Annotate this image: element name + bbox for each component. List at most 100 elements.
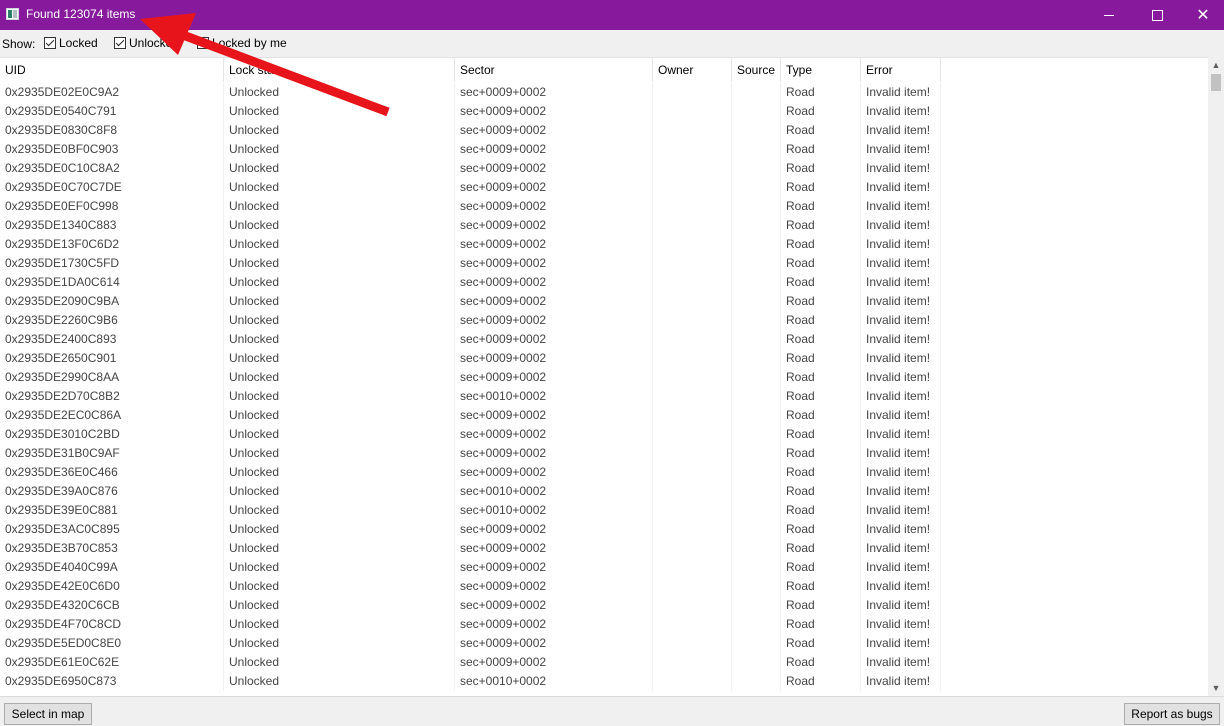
cell-source (732, 482, 781, 501)
cell-source (732, 330, 781, 349)
table-row[interactable]: 0x2935DE3B70C853 Unlocked sec+0009+0002 Roa… (0, 539, 1208, 558)
column-header-type[interactable]: Type (781, 58, 861, 82)
vertical-scrollbar[interactable]: ▲ ▼ (1208, 57, 1224, 696)
cell-owner (653, 463, 732, 482)
table-row[interactable]: 0x2935DE0540C791 Unlocked sec+0009+0002 Roa… (0, 102, 1208, 121)
table-row[interactable]: 0x2935DE1340C883 Unlocked sec+0009+0002 Roa… (0, 216, 1208, 235)
cell-owner (653, 235, 732, 254)
table-row[interactable]: 0x2935DE31B0C9AF Unlocked sec+0009+0002 Roa… (0, 444, 1208, 463)
cell-error: Invalid item! (861, 482, 941, 501)
cell-lock-state: Unlocked (224, 292, 455, 311)
cell-owner (653, 425, 732, 444)
cell-type: Road (781, 520, 861, 539)
cell-type: Road (781, 273, 861, 292)
locked-checkbox-box[interactable] (44, 37, 56, 49)
table-row[interactable]: 0x2935DE0EF0C998 Unlocked sec+0009+0002 Roa… (0, 197, 1208, 216)
cell-type: Road (781, 463, 861, 482)
table-row[interactable]: 0x2935DE61E0C62E Unlocked sec+0009+0002 Roa… (0, 653, 1208, 672)
cell-error: Invalid item! (861, 159, 941, 178)
close-button[interactable]: ✕ (1180, 0, 1224, 30)
table-row[interactable]: 0x2935DE2400C893 Unlocked sec+0009+0002 Roa… (0, 330, 1208, 349)
scrollbar-thumb[interactable] (1211, 74, 1221, 91)
table-row[interactable]: 0x2935DE36E0C466 Unlocked sec+0009+0002 Roa… (0, 463, 1208, 482)
cell-sector: sec+0009+0002 (455, 330, 653, 349)
cell-sector: sec+0009+0002 (455, 349, 653, 368)
cell-uid: 0x2935DE2D70C8B2 (0, 387, 224, 406)
table-row[interactable]: 0x2935DE0830C8F8 Unlocked sec+0009+0002 Roa… (0, 121, 1208, 140)
table-row[interactable]: 0x2935DE1DA0C614 Unlocked sec+0009+0002 Roa… (0, 273, 1208, 292)
table-row[interactable]: 0x2935DE42E0C6D0 Unlocked sec+0009+0002 Roa… (0, 577, 1208, 596)
maximize-button[interactable] (1134, 0, 1180, 30)
cell-error: Invalid item! (861, 254, 941, 273)
cell-lock-state: Unlocked (224, 216, 455, 235)
table-row[interactable]: 0x2935DE2EC0C86A Unlocked sec+0009+0002 Roa… (0, 406, 1208, 425)
table-row[interactable]: 0x2935DE39E0C881 Unlocked sec+0010+0002 Roa… (0, 501, 1208, 520)
cell-source (732, 216, 781, 235)
cell-sector: sec+0010+0002 (455, 672, 653, 691)
cell-error: Invalid item! (861, 558, 941, 577)
cell-type: Road (781, 425, 861, 444)
cell-error: Invalid item! (861, 577, 941, 596)
table-row[interactable]: 0x2935DE2990C8AA Unlocked sec+0009+0002 Roa… (0, 368, 1208, 387)
column-header-source[interactable]: Source (732, 58, 781, 82)
cell-sector: sec+0009+0002 (455, 311, 653, 330)
locked-checkbox[interactable]: Locked (44, 36, 98, 50)
cell-uid: 0x2935DE2EC0C86A (0, 406, 224, 425)
table-row[interactable]: 0x2935DE6950C873 Unlocked sec+0010+0002 Roa… (0, 672, 1208, 691)
table-row[interactable]: 0x2935DE0BF0C903 Unlocked sec+0009+0002 Roa… (0, 140, 1208, 159)
table-row[interactable]: 0x2935DE2260C9B6 Unlocked sec+0009+0002 Roa… (0, 311, 1208, 330)
cell-source (732, 349, 781, 368)
cell-uid: 0x2935DE39E0C881 (0, 501, 224, 520)
table-row[interactable]: 0x2935DE0C10C8A2 Unlocked sec+0009+0002 Roa… (0, 159, 1208, 178)
column-header-owner[interactable]: Owner (653, 58, 732, 82)
cell-source (732, 520, 781, 539)
unlocked-checkbox[interactable]: Unlocked (114, 36, 179, 50)
cell-owner (653, 577, 732, 596)
cell-type: Road (781, 235, 861, 254)
cell-uid: 0x2935DE5ED0C8E0 (0, 634, 224, 653)
cell-error: Invalid item! (861, 672, 941, 691)
table-row[interactable]: 0x2935DE0C70C7DE Unlocked sec+0009+0002 Roa… (0, 178, 1208, 197)
cell-uid: 0x2935DE2990C8AA (0, 368, 224, 387)
table-row[interactable]: 0x2935DE2650C901 Unlocked sec+0009+0002 Roa… (0, 349, 1208, 368)
table-row[interactable]: 0x2935DE4F70C8CD Unlocked sec+0009+0002 Roa… (0, 615, 1208, 634)
cell-sector: sec+0009+0002 (455, 653, 653, 672)
cell-lock-state: Unlocked (224, 273, 455, 292)
cell-sector: sec+0009+0002 (455, 216, 653, 235)
cell-owner (653, 349, 732, 368)
select-in-map-button[interactable]: Select in map (4, 703, 92, 725)
table-row[interactable]: 0x2935DE5ED0C8E0 Unlocked sec+0009+0002 Roa… (0, 634, 1208, 653)
table-row[interactable]: 0x2935DE02E0C9A2 Unlocked sec+0009+0002 Roa… (0, 83, 1208, 102)
scroll-up-button[interactable]: ▲ (1208, 57, 1224, 73)
table-row[interactable]: 0x2935DE39A0C876 Unlocked sec+0010+0002 Roa… (0, 482, 1208, 501)
table-row[interactable]: 0x2935DE3AC0C895 Unlocked sec+0009+0002 Roa… (0, 520, 1208, 539)
items-table[interactable]: UID Lock state Sector Owner Source Type … (0, 57, 1208, 697)
cell-type: Road (781, 596, 861, 615)
table-body: 0x2935DE02E0C9A2 Unlocked sec+0009+0002 Roa… (0, 83, 1208, 691)
table-row[interactable]: 0x2935DE1730C5FD Unlocked sec+0009+0002 Roa… (0, 254, 1208, 273)
column-header-lock-state[interactable]: Lock state (224, 58, 455, 82)
table-row[interactable]: 0x2935DE4320C6CB Unlocked sec+0009+0002 Roa… (0, 596, 1208, 615)
column-header-uid[interactable]: UID (0, 58, 224, 82)
table-row[interactable]: 0x2935DE2090C9BA Unlocked sec+0009+0002 Roa… (0, 292, 1208, 311)
table-row[interactable]: 0x2935DE2D70C8B2 Unlocked sec+0010+0002 Roa… (0, 387, 1208, 406)
minimize-button[interactable] (1086, 0, 1132, 30)
locked-by-me-checkbox-box[interactable] (197, 37, 209, 49)
cell-type: Road (781, 482, 861, 501)
column-header-error[interactable]: Error (861, 58, 941, 82)
table-row[interactable]: 0x2935DE4040C99A Unlocked sec+0009+0002 Roa… (0, 558, 1208, 577)
unlocked-checkbox-box[interactable] (114, 37, 126, 49)
table-row[interactable]: 0x2935DE3010C2BD Unlocked sec+0009+0002 Roa… (0, 425, 1208, 444)
cell-owner (653, 501, 732, 520)
cell-type: Road (781, 634, 861, 653)
scroll-down-button[interactable]: ▼ (1208, 680, 1224, 696)
cell-sector: sec+0009+0002 (455, 292, 653, 311)
table-row[interactable]: 0x2935DE13F0C6D2 Unlocked sec+0009+0002 Roa… (0, 235, 1208, 254)
locked-by-me-checkbox[interactable]: Locked by me (197, 36, 287, 50)
cell-source (732, 425, 781, 444)
cell-uid: 0x2935DE3AC0C895 (0, 520, 224, 539)
report-as-bugs-button[interactable]: Report as bugs (1124, 703, 1220, 725)
cell-source (732, 197, 781, 216)
cell-type: Road (781, 577, 861, 596)
column-header-sector[interactable]: Sector (455, 58, 653, 82)
